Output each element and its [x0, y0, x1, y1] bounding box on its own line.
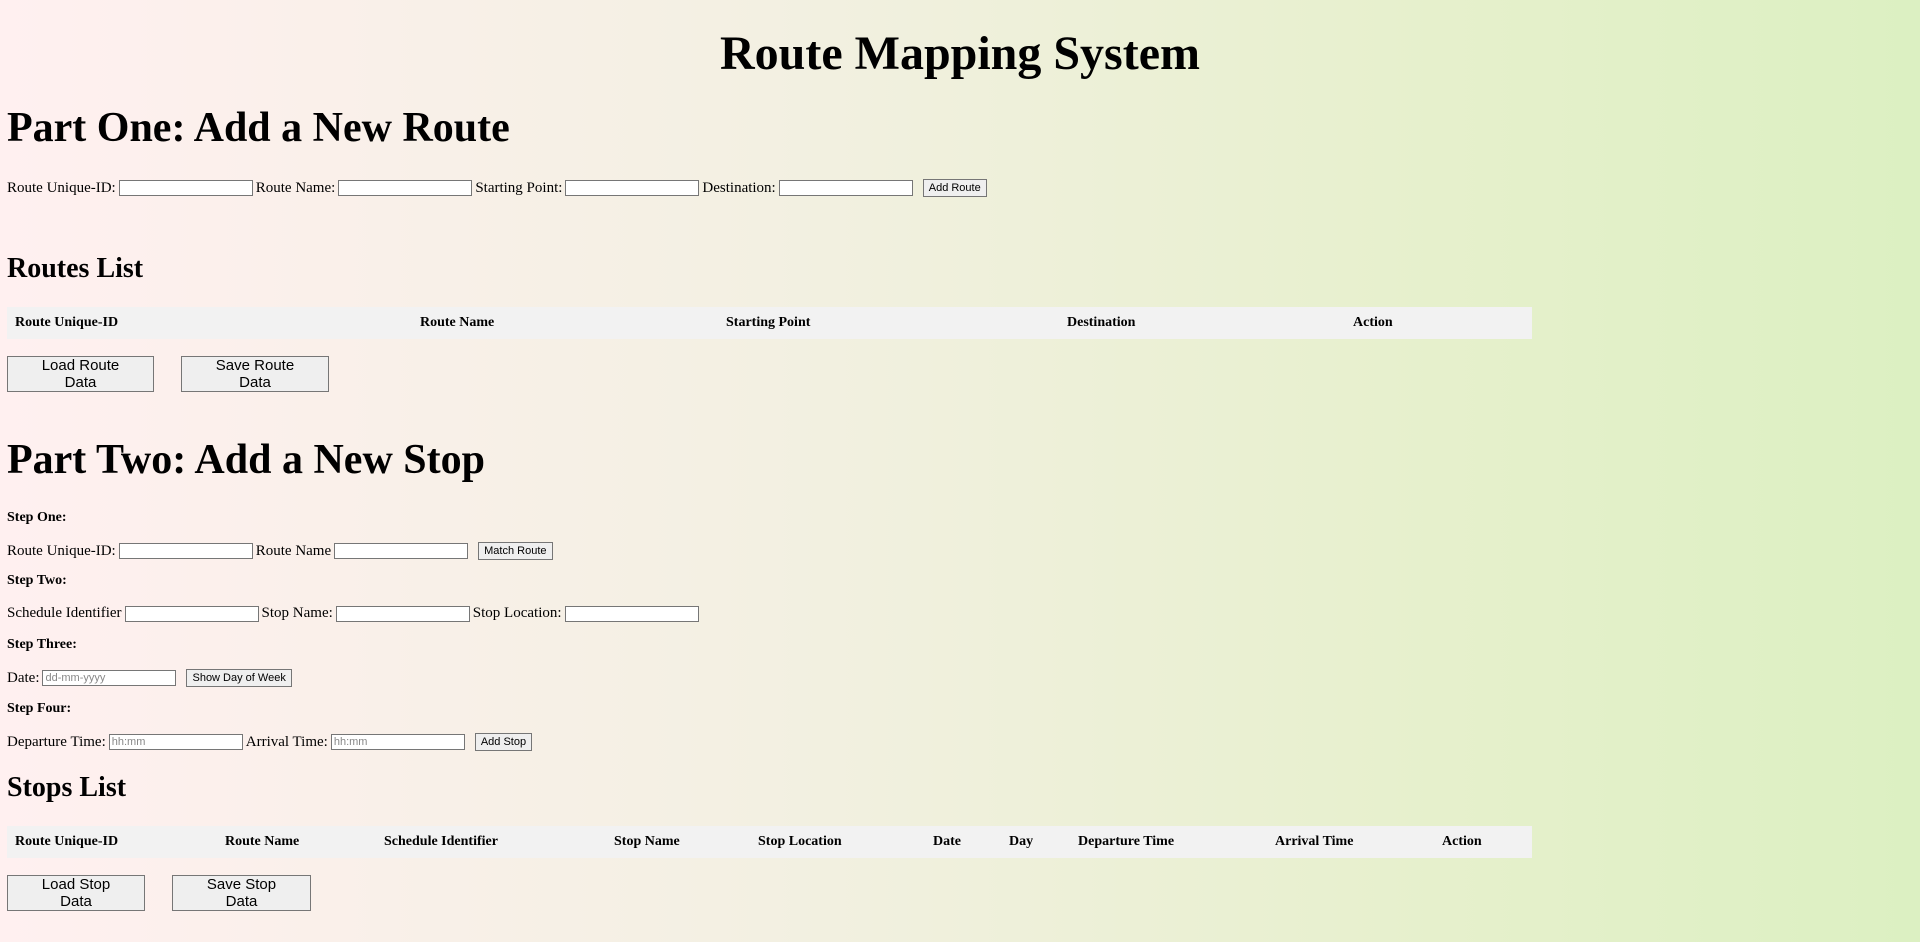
starting-point-input[interactable]	[565, 180, 700, 196]
stops-col-date: Date	[933, 834, 961, 849]
step-one-route-id-label: Route Unique-ID:	[7, 542, 116, 559]
departure-time-label: Departure Time:	[7, 733, 106, 750]
route-name-label: Route Name:	[255, 179, 336, 196]
save-stop-data-button[interactable]: Save Stop Data	[172, 875, 311, 911]
routes-col-destination: Destination	[1067, 315, 1136, 330]
step-one-label: Step One:	[7, 510, 67, 525]
destination-label: Destination:	[702, 179, 776, 196]
route-id-input[interactable]	[118, 180, 253, 196]
routes-table-header: Route Unique-ID Route Name Starting Poin…	[7, 307, 1532, 339]
load-stop-data-button[interactable]: Load Stop Data	[7, 875, 145, 911]
stops-col-departure-time: Departure Time	[1078, 834, 1175, 849]
routes-col-route-id: Route Unique-ID	[15, 315, 119, 330]
departure-time-input[interactable]	[108, 734, 243, 750]
routes-list-heading: Routes List	[7, 253, 144, 284]
stops-list-heading: Stops List	[7, 772, 127, 803]
stop-name-input[interactable]	[335, 605, 470, 622]
schedule-identifier-input[interactable]	[124, 605, 259, 622]
date-label: Date:	[7, 669, 40, 686]
starting-point-label: Starting Point:	[475, 179, 563, 196]
stops-col-arrival-time: Arrival Time	[1275, 834, 1354, 849]
date-input[interactable]	[42, 670, 177, 686]
destination-input[interactable]	[778, 180, 913, 196]
arrival-time-input[interactable]	[330, 734, 465, 750]
routes-col-route-name: Route Name	[420, 315, 495, 330]
stop-name-label: Stop Name:	[261, 605, 333, 621]
match-route-form: Route Unique-ID: Route Name Match Route	[7, 542, 553, 560]
part-two-heading: Part Two: Add a New Stop	[7, 437, 485, 483]
date-form: Date: Show Day of Week	[7, 669, 292, 687]
route-name-input[interactable]	[338, 180, 473, 196]
stop-location-input[interactable]	[564, 605, 699, 622]
stop-location-label: Stop Location:	[472, 605, 562, 621]
step-two-label: Step Two:	[7, 573, 67, 588]
stops-col-day: Day	[1009, 834, 1034, 849]
add-route-button[interactable]: Add Route	[922, 179, 987, 197]
stops-col-stop-name: Stop Name	[614, 834, 680, 849]
add-route-form: Route Unique-ID: Route Name: Starting Po…	[7, 179, 987, 197]
stops-col-route-id: Route Unique-ID	[15, 834, 119, 849]
step-four-label: Step Four:	[7, 701, 72, 716]
arrival-time-label: Arrival Time:	[245, 733, 328, 750]
save-route-data-button[interactable]: Save Route Data	[181, 356, 329, 392]
times-form: Departure Time: Arrival Time: Add Stop	[7, 733, 533, 751]
schedule-identifier-label: Schedule Identifier	[7, 605, 122, 621]
stops-col-route-name: Route Name	[225, 834, 300, 849]
step-one-route-name-label: Route Name	[255, 542, 332, 559]
stops-col-stop-location: Stop Location	[758, 834, 842, 849]
stops-table-header: Route Unique-ID Route Name Schedule Iden…	[7, 826, 1532, 858]
part-one-heading: Part One: Add a New Route	[7, 105, 510, 151]
route-id-label: Route Unique-ID:	[7, 179, 116, 196]
stop-details-form: Schedule Identifier Stop Name: Stop Loca…	[7, 605, 702, 622]
page-title: Route Mapping System	[719, 27, 1201, 80]
step-one-route-id-input[interactable]	[118, 543, 253, 559]
stops-col-schedule-identifier: Schedule Identifier	[384, 834, 498, 849]
step-three-label: Step Three:	[7, 637, 77, 652]
routes-col-starting-point: Starting Point	[726, 315, 811, 330]
show-day-of-week-button[interactable]: Show Day of Week	[186, 669, 292, 687]
step-one-route-name-input[interactable]	[334, 543, 469, 559]
stops-col-action: Action	[1442, 834, 1482, 849]
add-stop-button[interactable]: Add Stop	[474, 733, 533, 751]
routes-col-action: Action	[1353, 315, 1393, 330]
match-route-button[interactable]: Match Route	[478, 542, 553, 560]
load-route-data-button[interactable]: Load Route Data	[7, 356, 154, 392]
